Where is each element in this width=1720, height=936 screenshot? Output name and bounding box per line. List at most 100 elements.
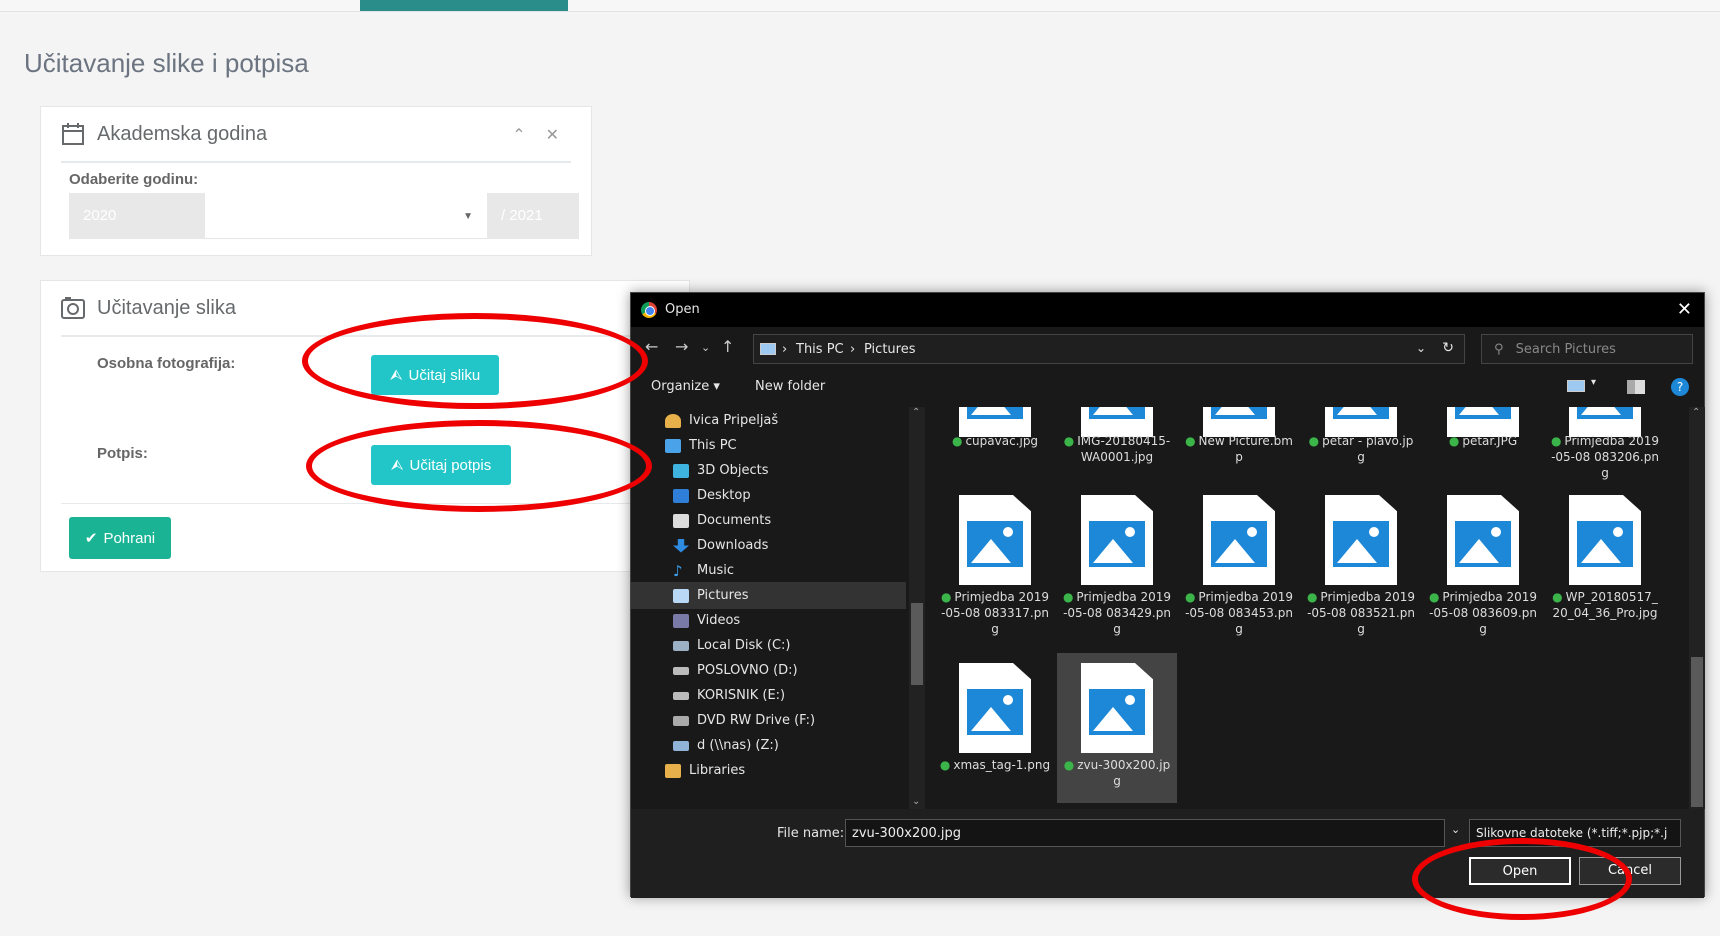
up-arrow-icon[interactable]: ↑ (721, 337, 734, 356)
pictures-icon (673, 588, 689, 603)
address-chevron-down-icon[interactable]: ⌄ (1416, 341, 1426, 355)
nav-item-downloads[interactable]: Downloads (631, 532, 906, 559)
downloads-icon (673, 538, 689, 553)
close-panel-icon[interactable]: ✕ (546, 125, 559, 145)
upload-icon: ⮙ (389, 366, 403, 384)
scroll-up-chevron-icon[interactable]: ⌃ (1692, 407, 1700, 418)
sync-ok-icon: ● (951, 434, 963, 448)
nav-item-pictures[interactable]: Pictures (631, 582, 906, 609)
scroll-up-chevron-icon[interactable]: ⌃ (912, 407, 920, 418)
file-tile[interactable]: ● Primjedba 2019-05-08 083609.png (1423, 485, 1543, 636)
view-chevron-down-icon[interactable]: ▾ (1591, 377, 1596, 388)
nav-item-this-pc[interactable]: This PC (631, 432, 906, 459)
image-file-icon (959, 495, 1031, 585)
cancel-button[interactable]: Cancel (1579, 857, 1681, 885)
open-button[interactable]: Open (1469, 857, 1571, 885)
forward-arrow-icon[interactable]: → (675, 337, 688, 356)
file-list-scrollbar[interactable]: ⌃ (1689, 407, 1705, 809)
refresh-icon[interactable]: ↻ (1442, 340, 1454, 356)
image-upload-panel: Učitavanje slika Osobna fotografija: ⮙ U… (40, 280, 690, 572)
image-file-icon (1081, 663, 1153, 753)
3d-objects-icon (673, 463, 689, 478)
preview-pane-icon[interactable] (1627, 380, 1645, 394)
nav-item-label: Desktop (697, 488, 751, 503)
nav-item-local-disk-c[interactable]: Local Disk (C:) (631, 632, 906, 659)
breadcrumb-separator: › (782, 342, 788, 357)
nav-item-libraries[interactable]: Libraries (631, 757, 906, 784)
upload-signature-button-label: Učitaj potpis (409, 456, 492, 474)
file-tile-selected[interactable]: ● zvu-300x200.jpg (1057, 653, 1177, 803)
nav-item-user[interactable]: Ivica Pripeljaš (631, 407, 906, 434)
top-active-tab[interactable] (360, 0, 568, 11)
organize-menu[interactable]: Organize ▾ (651, 379, 720, 394)
nav-item-videos[interactable]: Videos (631, 607, 906, 634)
file-name: Primjedba 2019-05-08 083453.png (1185, 590, 1294, 636)
view-options-icon[interactable] (1567, 380, 1585, 392)
file-name-input[interactable]: zvu-300x200.jpg (845, 819, 1445, 847)
file-type-select[interactable]: Slikovne datoteke (*.tiff;*.pjp;*.j (1469, 819, 1681, 847)
file-name: cupavac.jpg (965, 434, 1039, 448)
file-tile[interactable]: ● Primjedba 2019-05-08 083521.png (1301, 485, 1421, 636)
breadcrumb-this-pc[interactable]: This PC (796, 342, 844, 357)
back-arrow-icon[interactable]: ← (645, 337, 658, 356)
nav-item-3d-objects[interactable]: 3D Objects (631, 457, 906, 484)
network-drive-icon (673, 740, 689, 751)
image-upload-panel-header: Učitavanje slika (61, 281, 669, 337)
desktop-icon (673, 488, 689, 503)
upload-icon: ⮙ (390, 456, 404, 474)
dialog-titlebar: Open ✕ (631, 293, 1704, 327)
libraries-icon (665, 763, 681, 778)
dropdown-caret-icon: ▼ (463, 211, 473, 222)
search-pictures-input[interactable]: ⚲ Search Pictures (1481, 334, 1693, 364)
file-name: petar.JPG (1462, 434, 1518, 448)
breadcrumb-pictures[interactable]: Pictures (864, 342, 915, 357)
file-name-label: File name: (777, 826, 845, 841)
form-divider (61, 503, 669, 504)
file-name-chevron-down-icon[interactable]: ⌄ (1451, 823, 1460, 836)
nav-item-label: Downloads (697, 538, 769, 553)
file-name: Primjedba 2019-05-08 083429.png (1063, 590, 1172, 636)
file-list-scrollbar-thumb[interactable] (1691, 657, 1703, 807)
address-bar[interactable]: › This PC › Pictures ⌄ ↻ (753, 334, 1465, 364)
year-select-dropdown[interactable]: ▼ (205, 193, 487, 239)
save-button[interactable]: ✔ Pohrani (69, 517, 171, 559)
scroll-down-chevron-icon[interactable]: ⌄ (912, 796, 920, 807)
dialog-close-icon[interactable]: ✕ (1677, 299, 1692, 320)
nav-item-documents[interactable]: Documents (631, 507, 906, 534)
upload-signature-button[interactable]: ⮙ Učitaj potpis (371, 445, 511, 485)
file-tile[interactable]: ● Primjedba 2019-05-08 083453.png (1179, 485, 1299, 636)
file-name: IMG-20180415-WA0001.jpg (1077, 434, 1171, 464)
file-tile[interactable]: ● Primjedba 2019-05-08 083317.png (935, 485, 1055, 636)
nav-item-music[interactable]: ♪ Music (631, 557, 906, 584)
nav-scrollbar-thumb[interactable] (911, 603, 923, 685)
file-name: WP_20180517_20_04_36_Pro.jpg (1552, 590, 1658, 620)
nav-scrollbar[interactable]: ⌃ ⌄ (909, 407, 925, 809)
sync-ok-icon: ● (1184, 590, 1196, 604)
nav-item-desktop[interactable]: Desktop (631, 482, 906, 509)
image-file-icon (1447, 495, 1519, 585)
nav-item-poslovno-d[interactable]: POSLOVNO (D:) (631, 657, 906, 684)
nav-item-label: Documents (697, 513, 772, 528)
academic-year-title: Akademska godina (97, 122, 268, 145)
nav-item-label: Music (697, 563, 734, 578)
file-name: Primjedba 2019-05-08 083609.png (1429, 590, 1538, 636)
collapse-chevron-up-icon[interactable]: ⌃ (512, 125, 525, 145)
nav-item-label: d (\\nas) (Z:) (697, 738, 779, 753)
help-icon[interactable]: ? (1671, 378, 1689, 396)
select-year-label: Odaberite godinu: (69, 171, 199, 188)
nav-item-korisnik-e[interactable]: KORISNIK (E:) (631, 682, 906, 709)
dialog-bottom-area: File name: zvu-300x200.jpg ⌄ Slikovne da… (631, 809, 1704, 898)
recent-chevron-down-icon[interactable]: ⌄ (701, 341, 710, 354)
documents-icon (673, 513, 689, 528)
drive-icon (673, 691, 689, 700)
nav-item-nas-z[interactable]: d (\\nas) (Z:) (631, 732, 906, 759)
new-folder-button[interactable]: New folder (755, 379, 825, 394)
file-tile[interactable]: ● Primjedba 2019-05-08 083429.png (1057, 485, 1177, 636)
file-tile[interactable]: ● WP_20180517_20_04_36_Pro.jpg (1545, 485, 1665, 635)
dialog-toolbar: Organize ▾ New folder ▾ ? (631, 369, 1704, 405)
nav-item-dvd-rw-f[interactable]: DVD RW Drive (F:) (631, 707, 906, 734)
save-button-label: Pohrani (103, 529, 156, 547)
upload-photo-button[interactable]: ⮙ Učitaj sliku (371, 355, 499, 395)
file-tile[interactable]: ● xmas_tag-1.png (935, 653, 1055, 803)
nav-item-label: DVD RW Drive (F:) (697, 713, 816, 728)
